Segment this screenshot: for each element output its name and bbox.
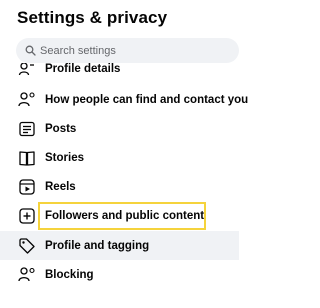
menu-item-find-contact[interactable]: How people can find and contact you	[16, 85, 248, 114]
menu-item-posts[interactable]: Posts	[16, 114, 239, 143]
search-bar[interactable]	[16, 38, 239, 63]
menu-item-label: Profile details	[45, 63, 121, 75]
scrolled-list-top: Profile details	[0, 63, 240, 77]
menu-item-label: Posts	[45, 122, 77, 135]
menu-item-label: Blocking	[45, 268, 94, 281]
page-title: Settings & privacy	[17, 8, 168, 27]
menu-item-label: Stories	[45, 151, 84, 164]
posts-icon	[18, 120, 36, 138]
tag-icon	[18, 237, 36, 255]
block-user-icon	[18, 266, 36, 284]
menu-item-reels[interactable]: Reels	[16, 172, 239, 201]
menu-item-label: How people can find and contact you	[45, 93, 249, 106]
search-icon	[25, 45, 36, 56]
menu-item-profile-tagging[interactable]: Profile and tagging	[16, 231, 239, 260]
menu-item-label: Profile and tagging	[45, 239, 150, 252]
reels-icon	[18, 178, 36, 196]
menu-item-profile-details[interactable]: Profile details	[16, 63, 239, 77]
menu-item-blocking[interactable]: Blocking	[16, 260, 239, 289]
stories-icon	[18, 149, 36, 167]
people-search-icon	[18, 91, 36, 109]
settings-panel: Settings & privacy Profile details	[0, 0, 286, 308]
user-card-icon	[18, 63, 36, 77]
highlight-box	[38, 202, 206, 230]
menu-item-label: Reels	[45, 180, 76, 193]
menu-item-stories[interactable]: Stories	[16, 143, 239, 172]
search-input[interactable]	[40, 44, 220, 57]
add-follower-icon	[18, 207, 36, 225]
